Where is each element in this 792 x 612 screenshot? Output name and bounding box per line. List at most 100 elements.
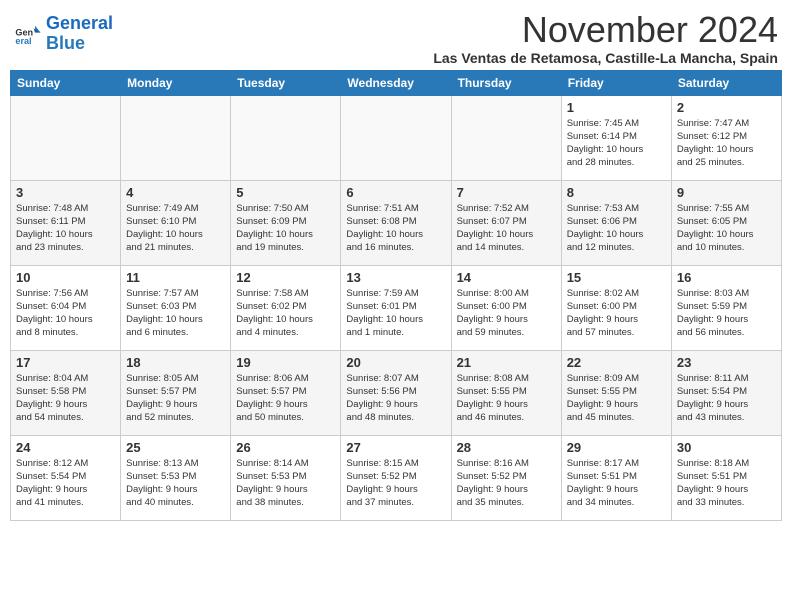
day-info: Sunrise: 8:15 AM Sunset: 5:52 PM Dayligh…	[346, 457, 445, 510]
day-info: Sunrise: 7:50 AM Sunset: 6:09 PM Dayligh…	[236, 202, 335, 255]
weekday-header-friday: Friday	[561, 70, 671, 95]
weekday-header-row: SundayMondayTuesdayWednesdayThursdayFrid…	[11, 70, 782, 95]
page-header: Gen eral GeneralBlue November 2024 Las V…	[10, 10, 782, 66]
day-cell: 12 Sunrise: 7:58 AM Sunset: 6:02 PM Dayli…	[231, 265, 341, 350]
week-row-2: 3Sunrise: 7:48 AM Sunset: 6:11 PM Daylig…	[11, 180, 782, 265]
day-number: 16	[677, 270, 776, 285]
day-info: Sunrise: 8:09 AM Sunset: 5:55 PM Dayligh…	[567, 372, 666, 425]
weekday-header-saturday: Saturday	[671, 70, 781, 95]
week-row-3: 10Sunrise: 7:56 AM Sunset: 6:04 PM Dayli…	[11, 265, 782, 350]
day-cell: 18 Sunrise: 8:05 AM Sunset: 5:57 PM Dayli…	[121, 350, 231, 435]
day-cell: 19 Sunrise: 8:06 AM Sunset: 5:57 PM Dayli…	[231, 350, 341, 435]
day-info: Sunrise: 8:00 AM Sunset: 6:00 PM Dayligh…	[457, 287, 556, 340]
day-info: Sunrise: 7:47 AM Sunset: 6:12 PM Dayligh…	[677, 117, 776, 170]
day-info: Sunrise: 7:58 AM Sunset: 6:02 PM Dayligh…	[236, 287, 335, 340]
day-info: Sunrise: 8:05 AM Sunset: 5:57 PM Dayligh…	[126, 372, 225, 425]
day-cell: 3Sunrise: 7:48 AM Sunset: 6:11 PM Daylig…	[11, 180, 121, 265]
day-number: 6	[346, 185, 445, 200]
day-info: Sunrise: 7:51 AM Sunset: 6:08 PM Dayligh…	[346, 202, 445, 255]
day-cell: 25 Sunrise: 8:13 AM Sunset: 5:53 PM Dayli…	[121, 435, 231, 520]
day-info: Sunrise: 8:18 AM Sunset: 5:51 PM Dayligh…	[677, 457, 776, 510]
weekday-header-sunday: Sunday	[11, 70, 121, 95]
day-cell: 6 Sunrise: 7:51 AM Sunset: 6:08 PM Daylig…	[341, 180, 451, 265]
day-cell: 11 Sunrise: 7:57 AM Sunset: 6:03 PM Dayli…	[121, 265, 231, 350]
day-info: Sunrise: 8:03 AM Sunset: 5:59 PM Dayligh…	[677, 287, 776, 340]
day-number: 11	[126, 270, 225, 285]
day-cell: 15 Sunrise: 8:02 AM Sunset: 6:00 PM Dayli…	[561, 265, 671, 350]
day-cell: 29 Sunrise: 8:17 AM Sunset: 5:51 PM Dayli…	[561, 435, 671, 520]
day-info: Sunrise: 8:16 AM Sunset: 5:52 PM Dayligh…	[457, 457, 556, 510]
day-cell: 20 Sunrise: 8:07 AM Sunset: 5:56 PM Dayli…	[341, 350, 451, 435]
day-number: 27	[346, 440, 445, 455]
day-cell	[341, 95, 451, 180]
week-row-4: 17 Sunrise: 8:04 AM Sunset: 5:58 PM Dayli…	[11, 350, 782, 435]
day-info: Sunrise: 7:59 AM Sunset: 6:01 PM Dayligh…	[346, 287, 445, 340]
week-row-1: 1Sunrise: 7:45 AM Sunset: 6:14 PM Daylig…	[11, 95, 782, 180]
day-cell	[451, 95, 561, 180]
day-number: 8	[567, 185, 666, 200]
day-info: Sunrise: 7:56 AM Sunset: 6:04 PM Dayligh…	[16, 287, 115, 340]
day-cell: 4 Sunrise: 7:49 AM Sunset: 6:10 PM Daylig…	[121, 180, 231, 265]
day-info: Sunrise: 8:06 AM Sunset: 5:57 PM Dayligh…	[236, 372, 335, 425]
day-number: 25	[126, 440, 225, 455]
day-number: 23	[677, 355, 776, 370]
day-info: Sunrise: 8:08 AM Sunset: 5:55 PM Dayligh…	[457, 372, 556, 425]
day-info: Sunrise: 7:57 AM Sunset: 6:03 PM Dayligh…	[126, 287, 225, 340]
day-cell: 5 Sunrise: 7:50 AM Sunset: 6:09 PM Daylig…	[231, 180, 341, 265]
weekday-header-wednesday: Wednesday	[341, 70, 451, 95]
calendar-table: SundayMondayTuesdayWednesdayThursdayFrid…	[10, 70, 782, 521]
day-info: Sunrise: 7:55 AM Sunset: 6:05 PM Dayligh…	[677, 202, 776, 255]
day-number: 4	[126, 185, 225, 200]
day-cell: 24 Sunrise: 8:12 AM Sunset: 5:54 PM Dayli…	[11, 435, 121, 520]
day-number: 28	[457, 440, 556, 455]
day-number: 14	[457, 270, 556, 285]
day-cell: 8Sunrise: 7:53 AM Sunset: 6:06 PM Daylig…	[561, 180, 671, 265]
day-cell: 21 Sunrise: 8:08 AM Sunset: 5:55 PM Dayli…	[451, 350, 561, 435]
day-info: Sunrise: 8:12 AM Sunset: 5:54 PM Dayligh…	[16, 457, 115, 510]
week-row-5: 24 Sunrise: 8:12 AM Sunset: 5:54 PM Dayli…	[11, 435, 782, 520]
weekday-header-monday: Monday	[121, 70, 231, 95]
day-cell: 7Sunrise: 7:52 AM Sunset: 6:07 PM Daylig…	[451, 180, 561, 265]
day-cell	[231, 95, 341, 180]
day-number: 21	[457, 355, 556, 370]
day-info: Sunrise: 8:02 AM Sunset: 6:00 PM Dayligh…	[567, 287, 666, 340]
location-title: Las Ventas de Retamosa, Castille-La Manc…	[433, 50, 778, 66]
weekday-header-tuesday: Tuesday	[231, 70, 341, 95]
day-number: 24	[16, 440, 115, 455]
day-info: Sunrise: 7:49 AM Sunset: 6:10 PM Dayligh…	[126, 202, 225, 255]
day-info: Sunrise: 8:17 AM Sunset: 5:51 PM Dayligh…	[567, 457, 666, 510]
month-title: November 2024	[433, 10, 778, 50]
day-number: 22	[567, 355, 666, 370]
day-number: 12	[236, 270, 335, 285]
day-cell: 1Sunrise: 7:45 AM Sunset: 6:14 PM Daylig…	[561, 95, 671, 180]
day-number: 9	[677, 185, 776, 200]
svg-text:eral: eral	[15, 36, 31, 46]
day-info: Sunrise: 8:11 AM Sunset: 5:54 PM Dayligh…	[677, 372, 776, 425]
day-info: Sunrise: 8:13 AM Sunset: 5:53 PM Dayligh…	[126, 457, 225, 510]
day-number: 19	[236, 355, 335, 370]
day-number: 29	[567, 440, 666, 455]
day-cell: 30 Sunrise: 8:18 AM Sunset: 5:51 PM Dayli…	[671, 435, 781, 520]
day-number: 1	[567, 100, 666, 115]
day-info: Sunrise: 8:07 AM Sunset: 5:56 PM Dayligh…	[346, 372, 445, 425]
day-cell: 27 Sunrise: 8:15 AM Sunset: 5:52 PM Dayli…	[341, 435, 451, 520]
day-cell: 26Sunrise: 8:14 AM Sunset: 5:53 PM Dayli…	[231, 435, 341, 520]
day-number: 30	[677, 440, 776, 455]
day-number: 15	[567, 270, 666, 285]
day-cell: 2 Sunrise: 7:47 AM Sunset: 6:12 PM Daylig…	[671, 95, 781, 180]
day-number: 3	[16, 185, 115, 200]
title-area: November 2024 Las Ventas de Retamosa, Ca…	[433, 10, 778, 66]
day-number: 26	[236, 440, 335, 455]
day-cell	[11, 95, 121, 180]
day-number: 18	[126, 355, 225, 370]
day-cell: 22 Sunrise: 8:09 AM Sunset: 5:55 PM Dayli…	[561, 350, 671, 435]
day-cell: 17 Sunrise: 8:04 AM Sunset: 5:58 PM Dayli…	[11, 350, 121, 435]
day-number: 7	[457, 185, 556, 200]
day-number: 17	[16, 355, 115, 370]
day-number: 20	[346, 355, 445, 370]
day-number: 2	[677, 100, 776, 115]
day-number: 5	[236, 185, 335, 200]
day-info: Sunrise: 8:04 AM Sunset: 5:58 PM Dayligh…	[16, 372, 115, 425]
day-cell: 16 Sunrise: 8:03 AM Sunset: 5:59 PM Dayli…	[671, 265, 781, 350]
day-cell: 13Sunrise: 7:59 AM Sunset: 6:01 PM Dayli…	[341, 265, 451, 350]
